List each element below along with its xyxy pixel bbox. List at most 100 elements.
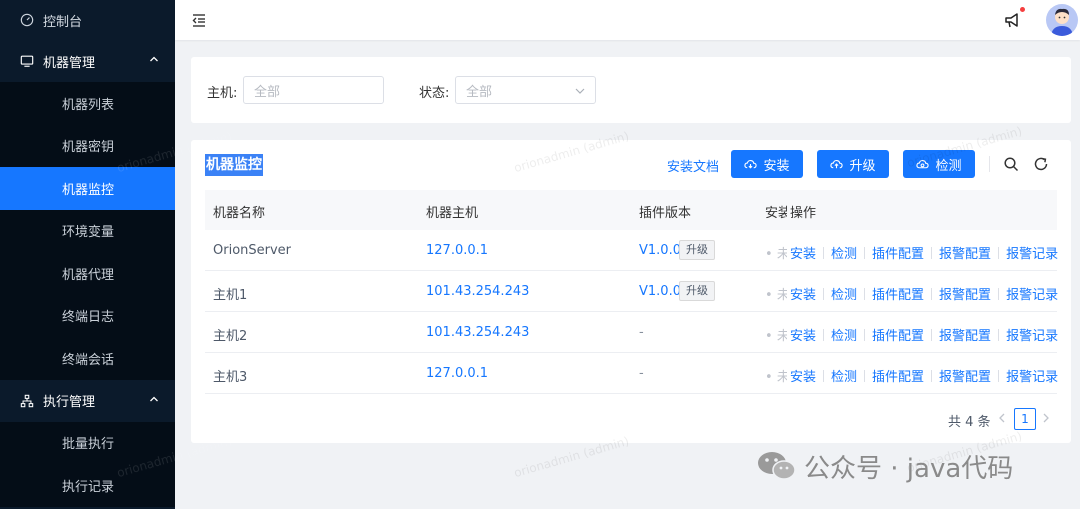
- menu-label-exec: 执行管理: [43, 395, 96, 410]
- menu-label-machine: 机器管理: [43, 55, 96, 71]
- action-install-link[interactable]: 安装: [790, 325, 816, 344]
- action-divider: [864, 328, 866, 341]
- status-filter-label: 状态:: [419, 86, 450, 101]
- action-divider: [823, 287, 825, 300]
- search-icon[interactable]: [1003, 156, 1019, 172]
- sidebar-item-batch-exec[interactable]: 批量执行: [0, 422, 175, 465]
- table-header: 机器名称 机器主机 插件版本 安装 操作: [205, 190, 1057, 230]
- install-status: • 未: [765, 370, 787, 385]
- menu-fold-icon[interactable]: [191, 12, 207, 28]
- action-check-link[interactable]: 检测: [831, 284, 857, 303]
- chevron-left-icon[interactable]: [996, 412, 1008, 424]
- col-machine-host: 机器主机: [426, 206, 479, 221]
- machine-name: 主机2: [213, 329, 248, 344]
- avatar[interactable]: [1046, 4, 1078, 36]
- col-plugin-version: 插件版本: [639, 206, 692, 221]
- action-divider: [998, 246, 1000, 259]
- col-install-status: 安装: [765, 206, 787, 221]
- cloud-upload-icon: [830, 159, 844, 168]
- page-title: 机器监控: [205, 154, 263, 176]
- top-header: [175, 0, 1080, 40]
- toolbar-divider: [989, 156, 990, 172]
- monitor-card: 机器监控 安装文档 安装 升级 检测 机器名称 机器主机 插件版本 安装 操作 …: [191, 140, 1071, 443]
- action-check-link[interactable]: 检测: [831, 325, 857, 344]
- sidebar-item-env-vars[interactable]: 环境变量: [0, 210, 175, 253]
- machine-host-link[interactable]: 101.43.254.243: [426, 325, 529, 340]
- action-alarm-config-link[interactable]: 报警配置: [939, 325, 991, 344]
- sidebar-item-terminal-log[interactable]: 终端日志: [0, 295, 175, 338]
- sidebar-item-machine-monitor[interactable]: 机器监控: [0, 167, 175, 210]
- action-divider: [931, 369, 933, 382]
- install-button[interactable]: 安装: [731, 150, 803, 178]
- dashboard-icon: [20, 13, 34, 27]
- notification-icon[interactable]: [1003, 10, 1023, 30]
- upgrade-tag[interactable]: 升级: [679, 240, 715, 260]
- sidebar-item-machine-key[interactable]: 机器密钥: [0, 125, 175, 168]
- refresh-icon[interactable]: [1033, 156, 1049, 172]
- action-divider: [931, 246, 933, 259]
- action-install-link[interactable]: 安装: [790, 366, 816, 385]
- action-alarm-config-link[interactable]: 报警配置: [939, 243, 991, 262]
- machine-name: 主机1: [213, 288, 248, 303]
- monitor-icon: [20, 55, 34, 67]
- action-plugin-config-link[interactable]: 插件配置: [872, 284, 924, 303]
- row-actions: 安装 检测 插件配置 报警配置 报警记录: [790, 284, 1058, 303]
- machine-host-link[interactable]: 101.43.254.243: [426, 284, 529, 299]
- action-divider: [931, 287, 933, 300]
- menu-group-machine[interactable]: 机器管理: [0, 40, 175, 82]
- status-filter-select[interactable]: 全部: [455, 76, 596, 104]
- action-check-link[interactable]: 检测: [831, 243, 857, 262]
- install-doc-link[interactable]: 安装文档: [667, 156, 719, 175]
- chevron-up-icon: [150, 56, 158, 62]
- table-row: 主机1 101.43.254.243 V1.0.0 升级 • 未 安装 检测 插…: [205, 271, 1058, 312]
- cloud-download-icon: [744, 159, 758, 169]
- machine-host-link[interactable]: 127.0.0.1: [426, 366, 488, 381]
- action-install-link[interactable]: 安装: [790, 284, 816, 303]
- chevron-right-icon[interactable]: [1040, 412, 1052, 424]
- action-plugin-config-link[interactable]: 插件配置: [872, 325, 924, 344]
- action-alarm-record-link[interactable]: 报警记录: [1006, 284, 1058, 303]
- row-actions: 安装 检测 插件配置 报警配置 报警记录: [790, 366, 1058, 385]
- action-plugin-config-link[interactable]: 插件配置: [872, 366, 924, 385]
- sidebar-item-exec-record[interactable]: 执行记录: [0, 464, 175, 507]
- menu-item-dashboard[interactable]: 控制台: [0, 0, 175, 40]
- action-alarm-record-link[interactable]: 报警记录: [1006, 366, 1058, 385]
- plugin-version: V1.0.0: [639, 284, 681, 299]
- action-divider: [823, 328, 825, 341]
- notification-dot: [1020, 7, 1025, 12]
- pagination-page-current[interactable]: 1: [1014, 408, 1036, 430]
- chevron-down-icon: [575, 88, 585, 94]
- machine-name: 主机3: [213, 370, 248, 385]
- machine-host-link[interactable]: 127.0.0.1: [426, 243, 488, 258]
- avatar-image-icon: [1051, 8, 1073, 36]
- upgrade-button[interactable]: 升级: [817, 150, 889, 178]
- check-button[interactable]: 检测: [903, 150, 975, 178]
- submenu-exec: 批量执行 执行记录: [0, 421, 175, 507]
- plugin-version: V1.0.0: [639, 243, 681, 258]
- action-divider: [998, 369, 1000, 382]
- action-alarm-config-link[interactable]: 报警配置: [939, 284, 991, 303]
- action-alarm-config-link[interactable]: 报警配置: [939, 366, 991, 385]
- host-filter-input[interactable]: 全部: [243, 76, 384, 104]
- col-machine-name: 机器名称: [213, 206, 266, 221]
- action-plugin-config-link[interactable]: 插件配置: [872, 243, 924, 262]
- action-check-link[interactable]: 检测: [831, 366, 857, 385]
- action-divider: [864, 369, 866, 382]
- action-alarm-record-link[interactable]: 报警记录: [1006, 243, 1058, 262]
- action-alarm-record-link[interactable]: 报警记录: [1006, 325, 1058, 344]
- install-status: • 未: [765, 329, 787, 344]
- sidebar-item-machine-list[interactable]: 机器列表: [0, 82, 175, 125]
- wechat-logo-icon: [758, 452, 796, 480]
- submenu-machine: 机器列表 机器密钥 机器监控 环境变量 机器代理 终端日志 终端会话: [0, 82, 175, 380]
- menu-group-exec[interactable]: 执行管理: [0, 379, 175, 422]
- action-divider: [931, 328, 933, 341]
- cloud-check-icon: [916, 159, 930, 168]
- action-divider: [823, 369, 825, 382]
- upgrade-tag[interactable]: 升级: [679, 281, 715, 301]
- col-actions: 操作: [790, 206, 817, 221]
- sidebar-item-terminal-session[interactable]: 终端会话: [0, 337, 175, 380]
- action-install-link[interactable]: 安装: [790, 243, 816, 262]
- sidebar-item-machine-proxy[interactable]: 机器代理: [0, 252, 175, 295]
- action-divider: [864, 246, 866, 259]
- action-divider: [823, 246, 825, 259]
